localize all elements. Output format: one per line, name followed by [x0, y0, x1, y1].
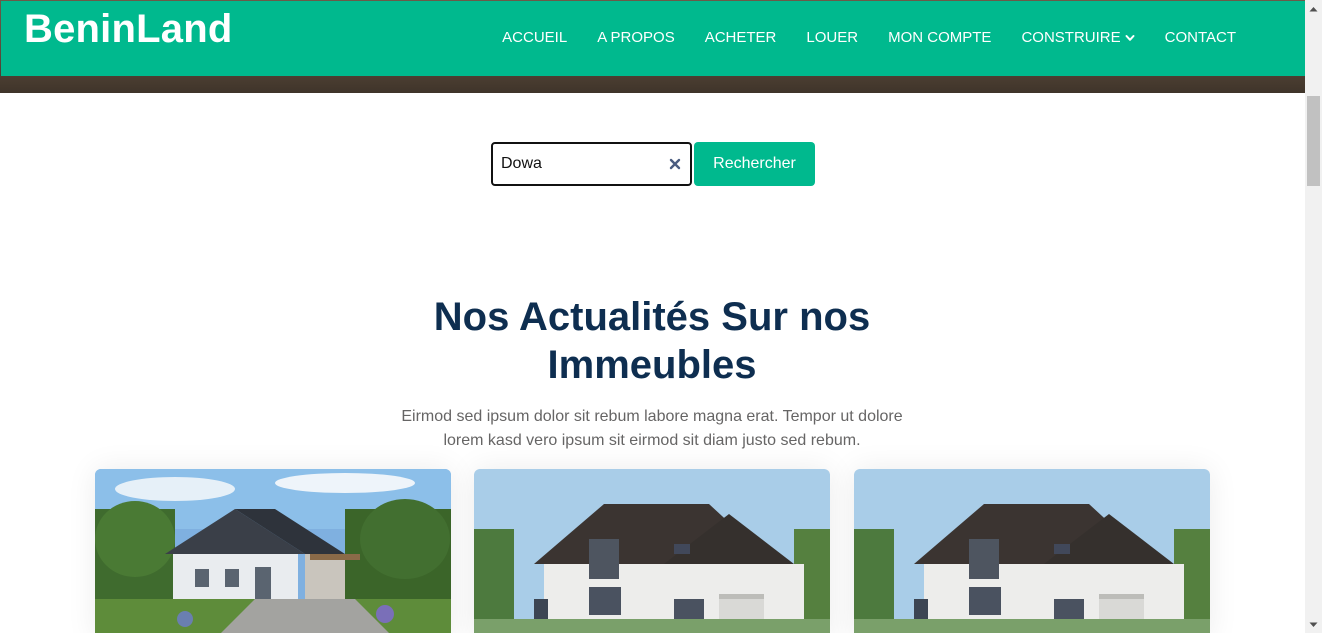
section-description: Eirmod sed ipsum dolor sit rebum labore … — [401, 408, 903, 449]
section-title: Nos Actualités Sur nos Immeubles — [433, 295, 871, 387]
property-image — [854, 469, 1210, 633]
nav-item-accueil[interactable]: ACCUEIL — [487, 29, 582, 46]
close-icon[interactable] — [668, 157, 682, 171]
search-input[interactable] — [501, 153, 661, 175]
nav-item-louer[interactable]: LOUER — [791, 29, 873, 46]
property-card[interactable] — [95, 469, 451, 633]
vertical-scrollbar[interactable] — [1305, 0, 1322, 633]
nav-item-mon-compte[interactable]: MON COMPTE — [873, 29, 1006, 46]
search-button[interactable]: Rechercher — [694, 142, 815, 186]
nav-item-construire-label: CONSTRUIRE — [1021, 29, 1121, 46]
nav-item-a-propos[interactable]: A PROPOS — [582, 29, 690, 46]
property-image — [95, 469, 451, 633]
brand-logo[interactable]: BeninLand — [24, 7, 232, 52]
navbar: BeninLand ACCUEIL A PROPOS ACHETER LOUER… — [1, 1, 1305, 76]
chevron-down-icon — [1125, 34, 1135, 41]
page: BeninLand ACCUEIL A PROPOS ACHETER LOUER… — [0, 0, 1322, 633]
nav-item-acheter[interactable]: ACHETER — [690, 29, 792, 46]
scrollbar-thumb[interactable] — [1307, 96, 1320, 186]
search-field — [491, 142, 692, 186]
nav-item-contact[interactable]: CONTACT — [1150, 29, 1251, 46]
scroll-up-icon[interactable] — [1305, 0, 1322, 17]
property-image — [474, 469, 830, 633]
property-card[interactable] — [854, 469, 1210, 633]
nav-item-construire[interactable]: CONSTRUIRE — [1006, 29, 1149, 46]
scroll-down-icon[interactable] — [1305, 616, 1322, 633]
property-card[interactable] — [474, 469, 830, 633]
nav-menu: ACCUEIL A PROPOS ACHETER LOUER MON COMPT… — [487, 29, 1251, 46]
